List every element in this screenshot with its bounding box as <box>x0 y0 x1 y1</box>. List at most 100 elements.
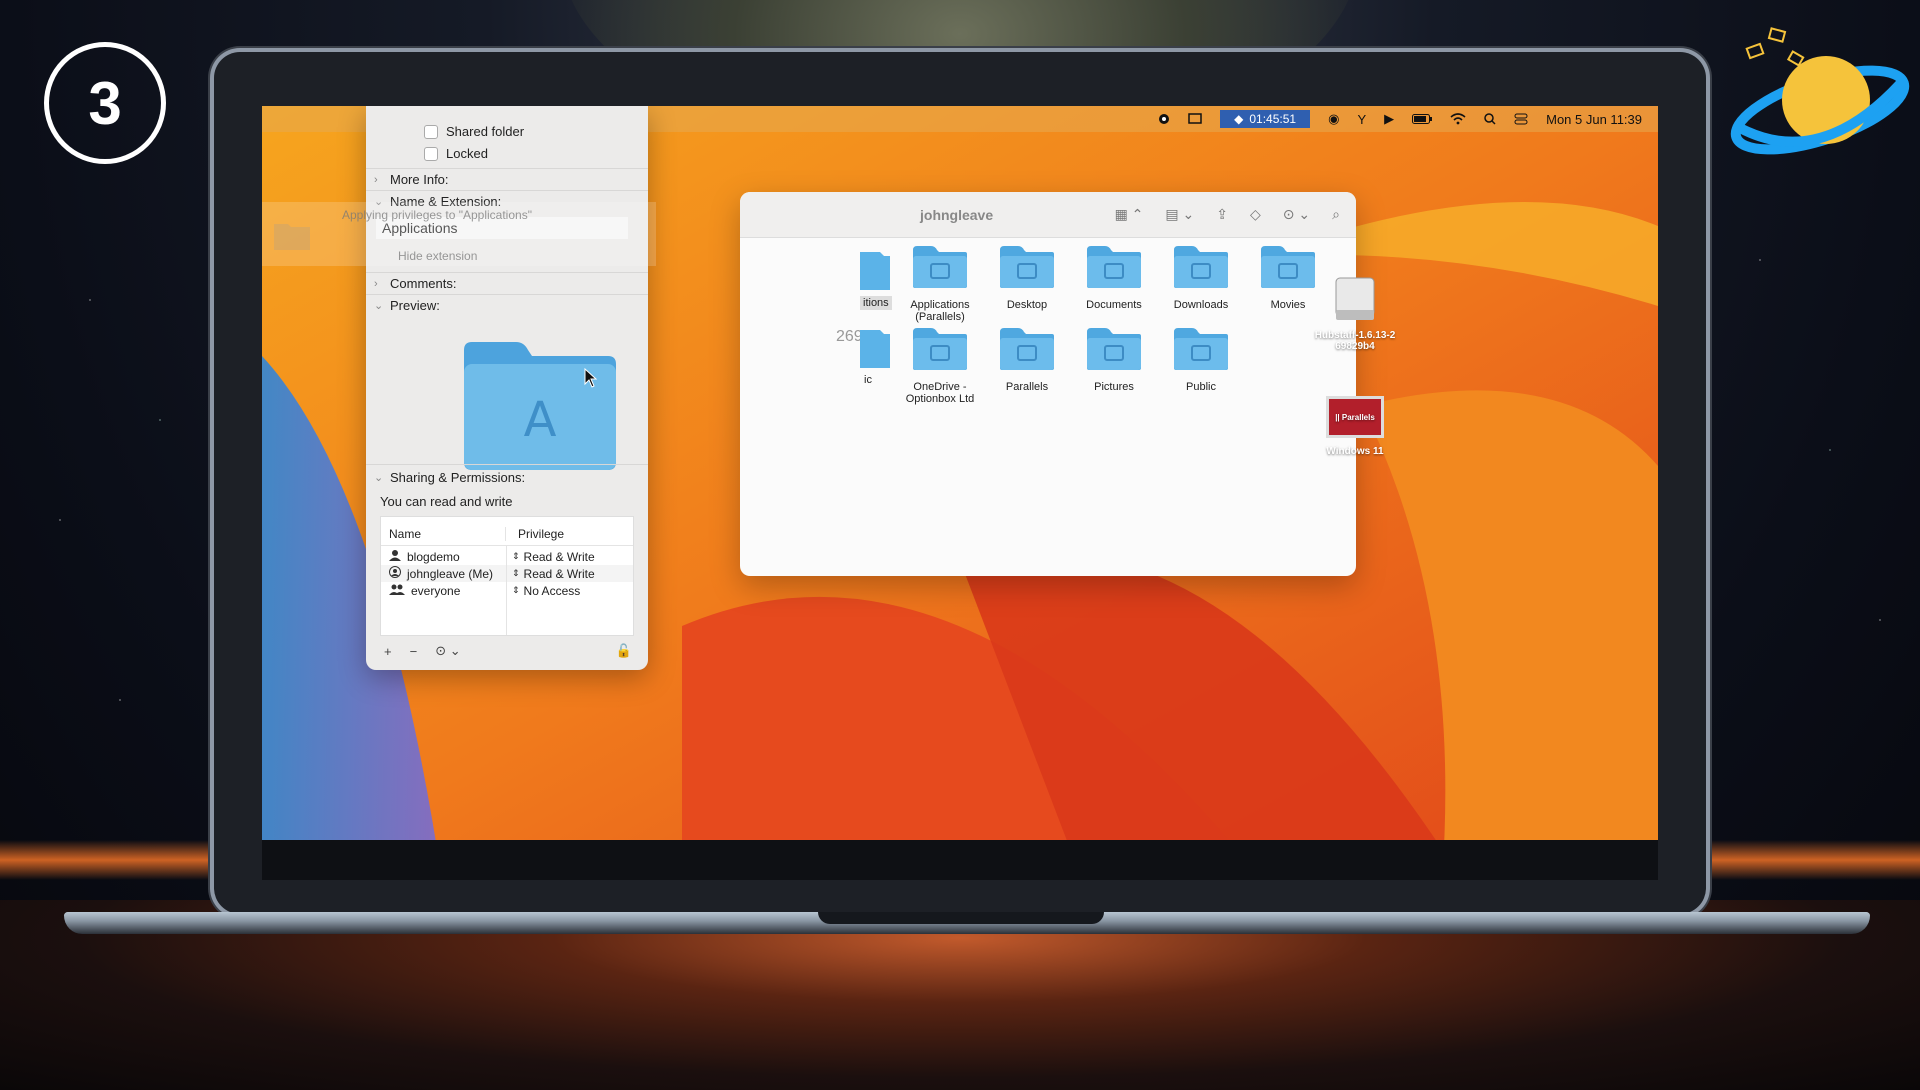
finder-folder-item[interactable]: Desktop <box>982 244 1072 311</box>
pictures-folder-icon <box>1087 328 1141 370</box>
locked-checkbox[interactable] <box>424 146 438 161</box>
finder-folder-label: Applications (Parallels) <box>910 299 970 323</box>
svg-text:A: A <box>524 392 557 448</box>
user-name: johngleave (Me) <box>407 566 494 581</box>
privilege-value[interactable]: Read & Write <box>524 567 595 581</box>
finder-folder-label: Desktop <box>1006 299 1048 311</box>
sharing-permissions-label: Sharing & Permissions: <box>390 470 526 485</box>
wifi-icon[interactable] <box>1450 109 1466 129</box>
downloads-folder-icon <box>1174 246 1228 288</box>
finder-folder-item[interactable]: OneDrive - Optionbox Ltd <box>895 326 985 405</box>
view-grid-icon[interactable]: ▦ ⌃ <box>1115 206 1144 223</box>
divider <box>366 464 648 465</box>
divider <box>366 272 648 273</box>
group-icon <box>389 583 405 598</box>
finder-folder-item[interactable]: Pictures <box>1069 326 1159 393</box>
finder-folder-item[interactable]: Documents <box>1069 244 1159 311</box>
vpn-icon[interactable]: ◉ <box>1328 109 1339 129</box>
finder-folder-item[interactable]: Downloads <box>1156 244 1246 311</box>
more-info-label: More Info: <box>390 172 449 187</box>
table-row[interactable]: blogdemo ⇕ Read & Write <box>381 548 633 565</box>
search-icon[interactable]: ⌕ <box>1332 206 1340 223</box>
table-row[interactable]: everyone ⇕ No Access <box>381 582 633 599</box>
cooling-icon[interactable]: Y <box>1357 109 1366 129</box>
finder-folder-label: Downloads <box>1173 299 1229 311</box>
permission-summary-text: You can read and write <box>380 494 513 509</box>
lock-icon[interactable]: 🔓 <box>616 643 632 659</box>
laptop-notch <box>818 912 1104 924</box>
finder-folder-item[interactable]: Public <box>1156 326 1246 393</box>
step-number: 3 <box>88 69 122 137</box>
spotlight-icon[interactable] <box>1484 109 1496 129</box>
preview-label: Preview: <box>390 298 440 313</box>
permissions-table: Name Privilege blogdemo ⇕ Read & Write john… <box>380 516 634 636</box>
onedrive-folder-icon <box>913 328 967 370</box>
hubstaff-disk-icon[interactable]: Hubstaff-1.6.13-2 69829b4 <box>1300 276 1410 352</box>
action-menu-button[interactable]: ⊙ ⌄ <box>431 643 464 659</box>
remove-user-button[interactable]: − <box>406 644 422 659</box>
hubstaff-icon: ◆ <box>1234 112 1244 126</box>
progress-overlay <box>262 202 656 266</box>
privilege-value[interactable]: No Access <box>524 584 581 598</box>
privilege-value[interactable]: Read & Write <box>524 550 595 564</box>
disk-image-icon <box>1335 277 1375 320</box>
permissions-toolbar: + − ⊙ ⌄ 🔓 <box>380 640 632 662</box>
locked-label: Locked <box>446 146 488 161</box>
windows-vm-icon[interactable]: || Parallels Windows 11 <box>1300 396 1410 457</box>
more-icon[interactable]: ⊙ ⌄ <box>1283 206 1310 223</box>
play-icon[interactable]: ▶ <box>1384 109 1394 129</box>
shared-folder-checkbox[interactable] <box>424 124 438 139</box>
partial-music-label: ic <box>864 374 872 386</box>
privilege-stepper-icon[interactable]: ⇕ <box>512 568 520 579</box>
privilege-stepper-icon[interactable]: ⇕ <box>512 585 520 596</box>
share-icon[interactable]: ⇪ <box>1216 206 1228 223</box>
column-divider <box>506 545 507 635</box>
get-info-panel: Shared folder Locked › More Info: ⌄ Name… <box>342 106 648 670</box>
record-icon[interactable] <box>1158 109 1170 129</box>
applying-folder-icon <box>274 224 310 250</box>
finder-folder-label: Public <box>1186 381 1216 393</box>
table-row[interactable]: johngleave (Me) ⇕ Read & Write <box>381 565 633 582</box>
finder-window: johngleave ▦ ⌃ ▤ ⌄ ⇪ ◇ ⊙ ⌄ ⌕ itions ic 2… <box>740 192 1356 576</box>
finder-folder-item[interactable]: Applications (Parallels) <box>895 244 985 323</box>
partial-music-folder-icon <box>860 330 890 368</box>
brand-logo-icon <box>1730 27 1910 155</box>
shared-folder-row[interactable]: Shared folder <box>424 124 524 139</box>
sharing-permissions-section[interactable]: ⌄ Sharing & Permissions: <box>374 470 640 485</box>
group-icon[interactable]: ▤ ⌄ <box>1165 206 1194 223</box>
divider <box>366 168 648 169</box>
finder-folder-item[interactable]: Parallels <box>982 326 1072 393</box>
documents-folder-icon <box>1087 246 1141 288</box>
folder-icon <box>1000 328 1054 370</box>
battery-icon[interactable] <box>1412 109 1433 129</box>
mouse-cursor-icon <box>584 368 598 388</box>
windows-vm-label: Windows 11 <box>1326 446 1384 457</box>
privilege-stepper-icon[interactable]: ⇕ <box>512 551 520 562</box>
mac-screen: ◆ 01:45:51 ◉ Y ▶ Mon 5 Jun 11:39 johngle… <box>262 106 1658 880</box>
finder-title: johngleave <box>920 206 994 223</box>
add-user-button[interactable]: + <box>380 644 396 659</box>
applications-folder-preview-icon: A <box>464 342 616 470</box>
tag-icon[interactable]: ◇ <box>1250 206 1261 223</box>
menubar-clock[interactable]: Mon 5 Jun 11:39 <box>1546 109 1642 129</box>
screen-mirror-icon[interactable] <box>1188 109 1202 129</box>
table-header: Name Privilege <box>381 523 633 546</box>
comments-label: Comments: <box>390 276 457 291</box>
hubstaff-disk-label: Hubstaff-1.6.13-2 69829b4 <box>1314 330 1396 352</box>
divider <box>366 190 648 191</box>
comments-section[interactable]: › Comments: <box>374 276 640 291</box>
more-info-section[interactable]: › More Info: <box>374 172 640 187</box>
chevron-down-icon: ⌄ <box>374 472 384 484</box>
name-column-header[interactable]: Name <box>381 527 506 541</box>
step-number-badge: 3 <box>44 42 166 164</box>
control-center-icon[interactable] <box>1514 109 1528 129</box>
permission-summary: You can read and write <box>380 494 513 509</box>
user-name: everyone <box>411 583 461 598</box>
divider <box>366 294 648 295</box>
preview-section[interactable]: ⌄ Preview: <box>374 298 640 313</box>
parallels-folder-icon <box>913 246 967 288</box>
privilege-column-header[interactable]: Privilege <box>506 527 633 541</box>
locked-row[interactable]: Locked <box>424 146 488 161</box>
chevron-down-icon: ⌄ <box>374 300 384 312</box>
hubstaff-timer[interactable]: ◆ 01:45:51 <box>1220 110 1311 128</box>
